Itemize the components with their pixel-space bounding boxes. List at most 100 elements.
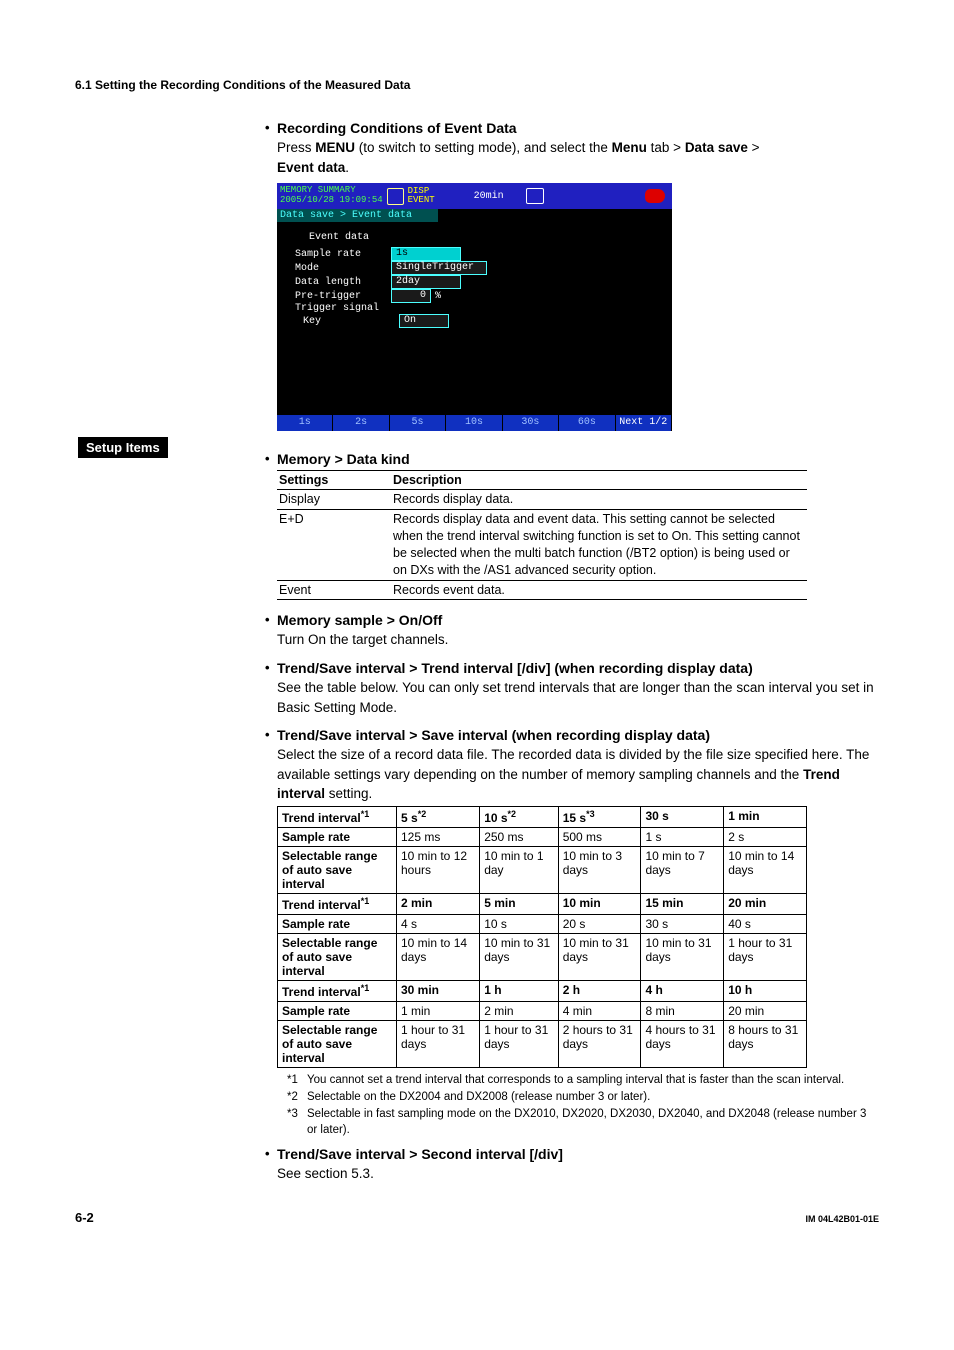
softkeys: 1s 2s 5s 10s 30s 60s Next 1/2 xyxy=(277,415,672,431)
speaker-icon xyxy=(645,189,665,203)
title-line2: 2005/10/28 19:09:54 xyxy=(280,196,383,206)
dk-setting: Event xyxy=(277,580,391,600)
cell: 8 hours to 31 days xyxy=(724,1020,807,1067)
col-description: Description xyxy=(391,471,807,490)
form-row: KeyOn xyxy=(295,314,660,328)
cell: 10 min to 3 days xyxy=(558,846,641,893)
cell: 1 hour to 31 days xyxy=(397,1020,480,1067)
cell: 20 min xyxy=(724,893,807,914)
cell: 1 s xyxy=(641,827,724,846)
row-value[interactable]: 0 xyxy=(391,289,431,303)
dk-desc: Records display data. xyxy=(391,490,807,510)
softkey[interactable]: 10s xyxy=(446,415,502,431)
cell: 10 min to 1 day xyxy=(480,846,559,893)
txt: Press xyxy=(277,140,315,155)
memory-data-kind-title: Memory > Data kind xyxy=(277,451,410,467)
row-value[interactable]: 2day xyxy=(391,275,461,289)
row-label: Trigger signal xyxy=(295,303,391,314)
second-interval-text: See section 5.3. xyxy=(277,1164,879,1184)
cell: 4 min xyxy=(558,1001,641,1020)
bullet-rec-conditions: • Recording Conditions of Event Data xyxy=(265,120,879,136)
form-row: Trigger signal xyxy=(295,303,660,314)
cell: 10 s*2 xyxy=(480,806,559,827)
instrument-screenshot: MEMORY SUMMARY 2005/10/28 19:09:54 DISP … xyxy=(277,183,672,431)
row-label: Pre-trigger xyxy=(295,291,391,302)
menu-word: Menu xyxy=(612,140,647,155)
fn-text: Selectable on the DX2004 and DX2008 (rel… xyxy=(307,1089,650,1105)
cell: 4 hours to 31 days xyxy=(641,1020,724,1067)
row-label: Selectable range of auto save interval xyxy=(278,846,397,893)
instrument-topbar: MEMORY SUMMARY 2005/10/28 19:09:54 DISP … xyxy=(277,183,672,209)
rec-conditions-text: Press MENU (to switch to setting mode), … xyxy=(277,138,879,177)
cell: 1 min xyxy=(397,1001,480,1020)
event-data-word: Event data xyxy=(277,160,345,175)
row-label: Sample rate xyxy=(295,249,391,260)
cell: 10 min to 31 days xyxy=(558,933,641,980)
cell: 2 s xyxy=(724,827,807,846)
row-label: Data length xyxy=(295,277,391,288)
save-interval-title: Trend/Save interval > Save interval (whe… xyxy=(277,727,710,743)
fn-mark: *2 xyxy=(287,1089,307,1105)
instrument-form: Event data Sample rate1s ModeSingleTrigg… xyxy=(277,222,672,338)
softkey[interactable]: 5s xyxy=(390,415,446,431)
cell: 5 s*2 xyxy=(397,806,480,827)
cell: 1 min xyxy=(724,806,807,827)
cell: 1 h xyxy=(480,980,559,1001)
row-value[interactable]: 1s xyxy=(391,247,461,261)
cell: 10 h xyxy=(724,980,807,1001)
doc-id: IM 04L42B01-01E xyxy=(805,1214,879,1224)
softkey-next[interactable]: Next 1/2 xyxy=(616,415,672,431)
cell: 8 min xyxy=(641,1001,724,1020)
txt: > xyxy=(748,140,760,155)
col-settings: Settings xyxy=(277,471,391,490)
cell: 500 ms xyxy=(558,827,641,846)
bullet-save-interval: • Trend/Save interval > Save interval (w… xyxy=(265,727,879,743)
row-value[interactable]: SingleTrigger xyxy=(391,261,487,275)
cell: 10 s xyxy=(480,914,559,933)
softkey[interactable]: 60s xyxy=(559,415,615,431)
second-interval-title: Trend/Save interval > Second interval [/… xyxy=(277,1146,563,1162)
footnotes: *1You cannot set a trend interval that c… xyxy=(287,1072,879,1138)
event-label: EVENT xyxy=(408,196,435,205)
fn-mark: *1 xyxy=(287,1072,307,1088)
bullet-dot: • xyxy=(265,727,277,743)
row-label: Sample rate xyxy=(278,914,397,933)
disp-event-label: DISP EVENT xyxy=(408,187,435,205)
txt: tab > xyxy=(647,140,685,155)
softkey[interactable]: 2s xyxy=(333,415,389,431)
cell: 4 h xyxy=(641,980,724,1001)
cell: 1 hour to 31 days xyxy=(480,1020,559,1067)
row-label: Trend interval*1 xyxy=(278,806,397,827)
bullet-dot: • xyxy=(265,612,277,628)
time-indicator: 20min xyxy=(474,191,504,202)
row-label: Selectable range of auto save interval xyxy=(278,933,397,980)
bullet-dot: • xyxy=(265,451,277,467)
cell: 30 min xyxy=(397,980,480,1001)
memory-sample-text: Turn On the target channels. xyxy=(277,630,879,650)
cell: 10 min to 14 days xyxy=(397,933,480,980)
fn-mark: *3 xyxy=(287,1106,307,1138)
row-value[interactable]: On xyxy=(399,314,449,328)
row-label: Selectable range of auto save interval xyxy=(278,1020,397,1067)
cell: 5 min xyxy=(480,893,559,914)
dk-desc: Records display data and event data. Thi… xyxy=(391,510,807,581)
rec-conditions-title: Recording Conditions of Event Data xyxy=(277,120,517,136)
fn-text: You cannot set a trend interval that cor… xyxy=(307,1072,844,1088)
dk-setting: Display xyxy=(277,490,391,510)
page-footer: 6-2 IM 04L42B01-01E xyxy=(75,1210,879,1225)
camera-icon xyxy=(526,188,544,204)
cell: 30 s xyxy=(641,914,724,933)
row-label: Sample rate xyxy=(278,1001,397,1020)
bullet-memory-data-kind: • Memory > Data kind xyxy=(265,451,879,467)
softkey[interactable]: 1s xyxy=(277,415,333,431)
form-row: Pre-trigger0% xyxy=(295,289,660,303)
txt: Select the size of a record data file. T… xyxy=(277,747,869,782)
cell: 15 min xyxy=(641,893,724,914)
page-number: 6-2 xyxy=(75,1210,94,1225)
softkey[interactable]: 30s xyxy=(503,415,559,431)
row-label: Key xyxy=(295,316,399,327)
form-row: ModeSingleTrigger xyxy=(295,261,660,275)
row-label: Mode xyxy=(295,263,391,274)
cell: 125 ms xyxy=(397,827,480,846)
data-save-word: Data save xyxy=(685,140,748,155)
